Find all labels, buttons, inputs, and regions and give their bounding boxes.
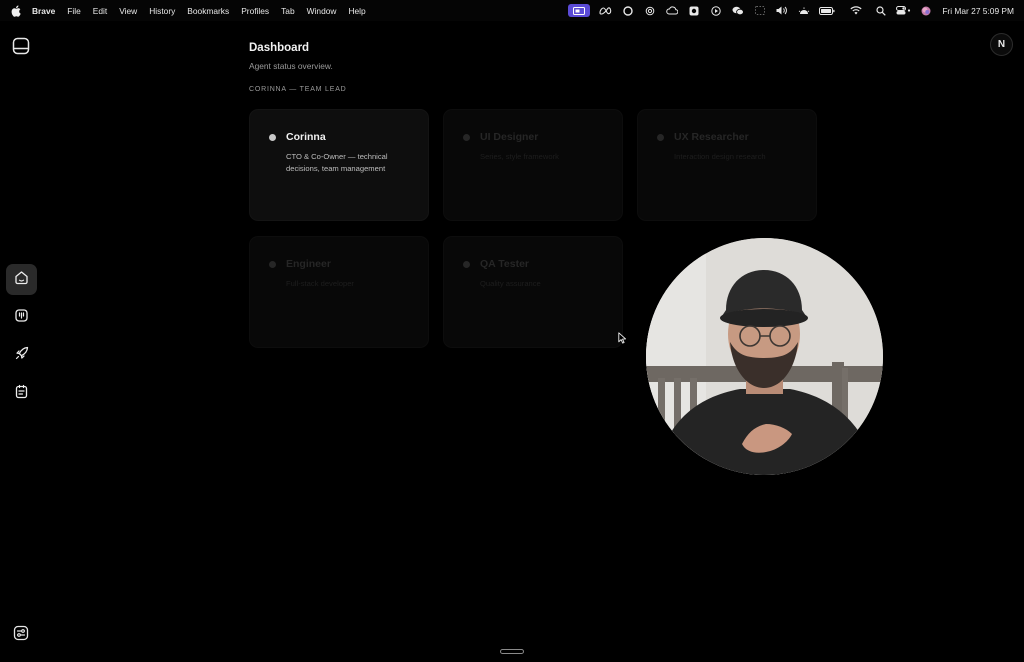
menu-file[interactable]: File xyxy=(67,6,81,16)
brightness-icon[interactable] xyxy=(797,4,810,17)
sidebar-nav xyxy=(6,264,37,416)
menubar-clock[interactable]: Fri Mar 27 5:09 PM xyxy=(942,6,1014,16)
agent-description: Series, style framework xyxy=(480,152,559,161)
sidebar-item-home[interactable] xyxy=(6,264,37,295)
play-circle-icon[interactable] xyxy=(709,4,722,17)
wifi-icon[interactable] xyxy=(849,4,862,17)
section-label: CORINNA — TEAM LEAD xyxy=(249,86,347,93)
agent-name: UI Designer xyxy=(480,131,539,143)
webcam-feed-icon xyxy=(646,238,883,475)
agent-card-ui-designer[interactable]: UI Designer Series, style framework xyxy=(443,109,623,221)
agent-card-ux-researcher[interactable]: UX Researcher Interaction design researc… xyxy=(637,109,817,221)
webcam-overlay[interactable] xyxy=(646,238,883,475)
status-dot-icon xyxy=(269,261,276,268)
agent-description: Interaction design research xyxy=(674,152,766,161)
wechat-icon[interactable] xyxy=(731,4,744,17)
home-indicator[interactable] xyxy=(500,649,524,654)
openai-icon[interactable] xyxy=(643,4,656,17)
status-dot-icon xyxy=(657,134,664,141)
battery-icon[interactable] xyxy=(819,4,835,17)
tasks-icon xyxy=(14,384,29,404)
search-icon[interactable] xyxy=(874,4,887,17)
agent-card-corinna[interactable]: Corinna CTO & Co-Owner — technical decis… xyxy=(249,109,429,221)
home-icon xyxy=(14,270,29,290)
siri-icon[interactable] xyxy=(919,4,932,17)
apple-icon[interactable] xyxy=(11,5,22,17)
cloud-sync-icon[interactable] xyxy=(665,4,678,17)
page-subtitle: Agent status overview. xyxy=(249,61,333,71)
screen-recording-icon[interactable] xyxy=(568,4,591,17)
circle-icon[interactable] xyxy=(621,4,634,17)
menu-history[interactable]: History xyxy=(149,6,175,16)
sidebar-item-tasks[interactable] xyxy=(6,378,37,409)
agent-description: Full-stack developer xyxy=(286,279,354,288)
agents-icon xyxy=(14,308,29,328)
menu-app-name[interactable]: Brave xyxy=(32,6,55,16)
agent-name: UX Researcher xyxy=(674,131,749,143)
mouse-cursor-icon xyxy=(618,331,627,344)
sidebar-item-launch[interactable] xyxy=(6,340,37,371)
menu-help[interactable]: Help xyxy=(348,6,365,16)
agent-description: CTO & Co-Owner — technical decisions, te… xyxy=(286,152,388,173)
agent-name: Corinna xyxy=(286,131,326,143)
menu-view[interactable]: View xyxy=(119,6,137,16)
menu-bookmarks[interactable]: Bookmarks xyxy=(187,6,229,16)
status-dot-icon xyxy=(463,261,470,268)
window-placeholder-icon[interactable] xyxy=(753,4,766,17)
agent-card-engineer[interactable]: Engineer Full-stack developer xyxy=(249,236,429,348)
menu-bar: Brave File Edit View History Bookmarks P… xyxy=(0,0,1024,21)
agent-name: Engineer xyxy=(286,258,331,270)
menu-window[interactable]: Window xyxy=(307,6,337,16)
meta-icon[interactable] xyxy=(599,4,612,17)
user-avatar[interactable]: N xyxy=(990,33,1013,56)
settings-toggle-icon[interactable] xyxy=(13,625,29,641)
agent-card-qa-tester[interactable]: QA Tester Quality assurance xyxy=(443,236,623,348)
status-dot-icon xyxy=(269,134,276,141)
rocket-icon xyxy=(14,345,30,366)
agent-description: Quality assurance xyxy=(480,279,541,288)
control-center-icon[interactable] xyxy=(896,4,911,17)
page-title: Dashboard xyxy=(249,42,310,54)
camera-app-icon[interactable] xyxy=(687,4,700,17)
menu-profiles[interactable]: Profiles xyxy=(241,6,269,16)
volume-icon[interactable] xyxy=(775,4,788,17)
agent-name: QA Tester xyxy=(480,258,530,270)
status-dot-icon xyxy=(463,134,470,141)
sidebar-toggle-icon[interactable] xyxy=(12,37,30,55)
menu-edit[interactable]: Edit xyxy=(93,6,107,16)
sidebar-item-agents[interactable] xyxy=(6,302,37,333)
menu-tab[interactable]: Tab xyxy=(281,6,295,16)
